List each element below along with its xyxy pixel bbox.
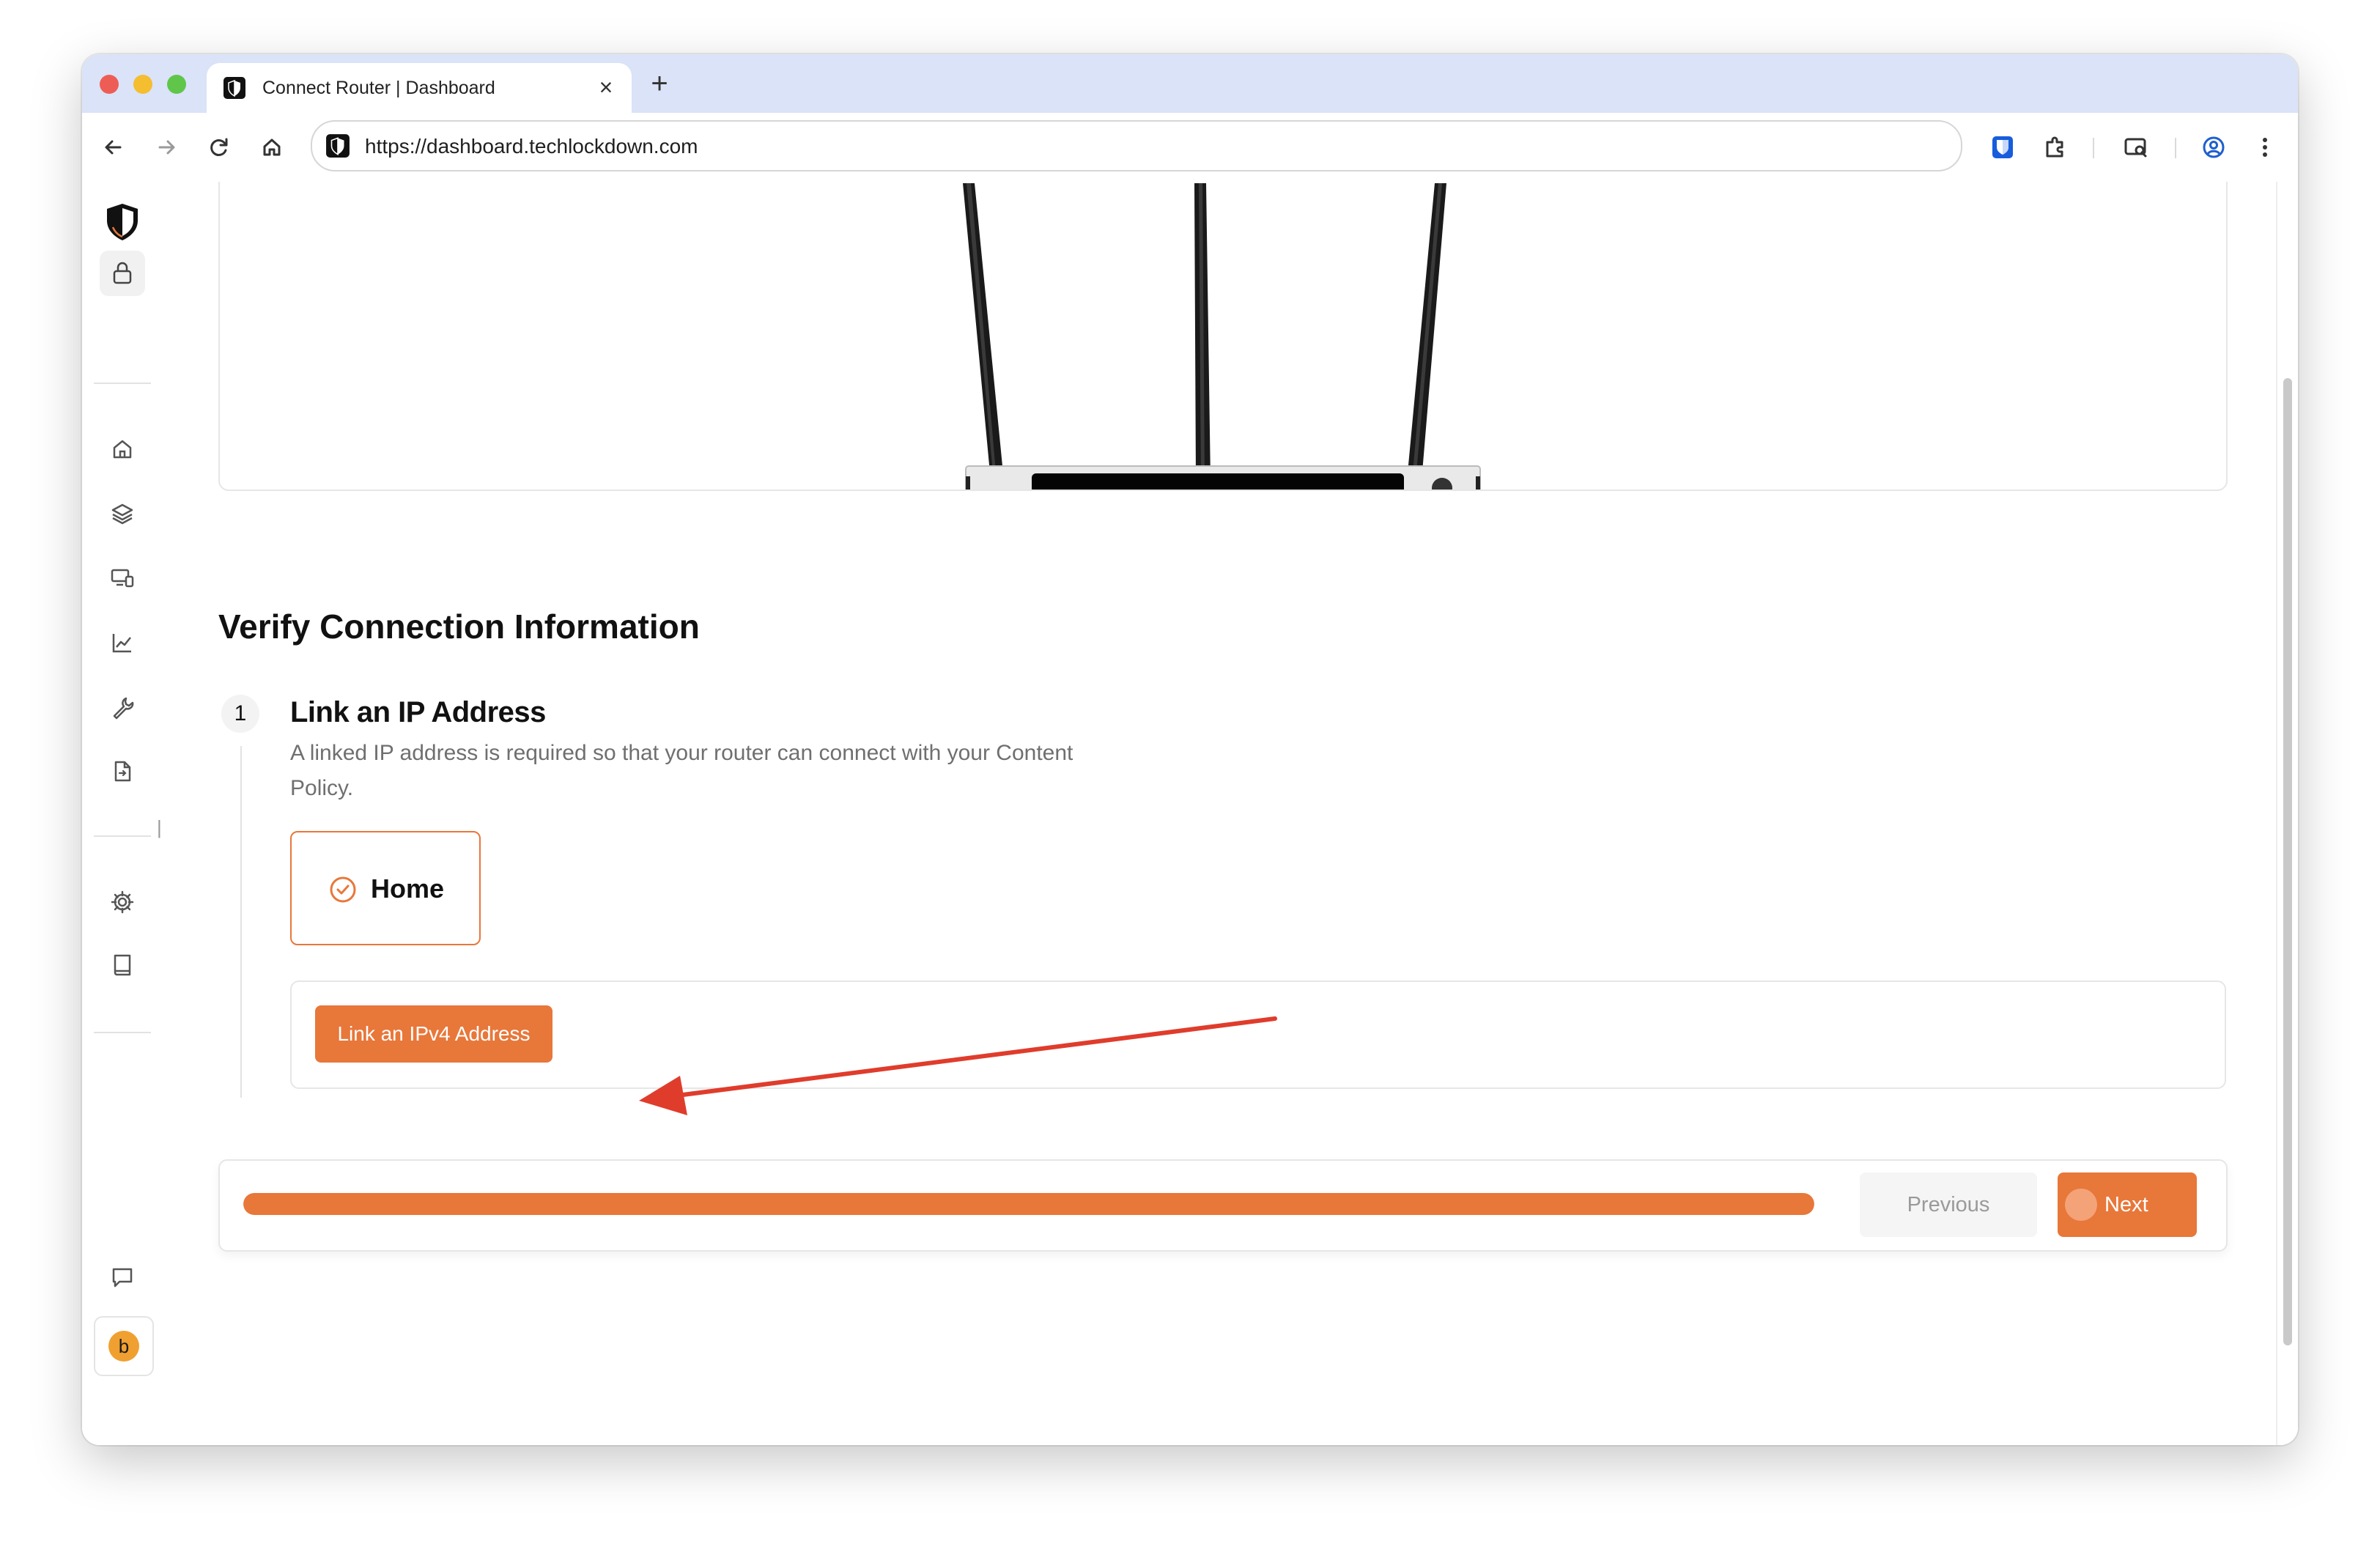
site-shield-icon	[326, 134, 350, 158]
app-sidebar: b	[82, 182, 164, 1445]
section-title: Verify Connection Information	[218, 607, 700, 646]
tab-title: Connect Router | Dashboard	[262, 78, 495, 98]
scrollbar-thumb[interactable]	[2283, 378, 2292, 1345]
more-menu-icon[interactable]	[2248, 130, 2282, 164]
sidebar-divider	[94, 383, 151, 384]
loading-dot-icon	[2065, 1189, 2097, 1221]
settings-gear-icon[interactable]	[108, 888, 136, 916]
maximize-window-button[interactable]	[167, 75, 186, 94]
link-ipv4-button[interactable]: Link an IPv4 Address	[315, 1005, 552, 1063]
reload-icon[interactable]	[202, 130, 236, 164]
next-label: Next	[2104, 1193, 2148, 1216]
user-avatar-button[interactable]: b	[94, 1316, 154, 1376]
analytics-chart-icon[interactable]	[108, 629, 136, 657]
step-number: 1	[221, 695, 259, 733]
ip-address-option-home[interactable]: Home	[290, 831, 481, 945]
close-window-button[interactable]	[100, 75, 119, 94]
back-icon[interactable]	[97, 130, 130, 164]
sidebar-divider	[94, 1032, 151, 1033]
file-export-icon[interactable]	[108, 758, 136, 786]
tab-close-button[interactable]: ×	[594, 75, 618, 100]
link-ip-panel: Link an IPv4 Address	[290, 980, 2226, 1089]
check-circle-icon	[330, 876, 356, 903]
router-illustration	[963, 183, 1481, 490]
home-icon[interactable]	[255, 130, 289, 164]
progress-bar	[243, 1193, 1814, 1215]
active-tab[interactable]: Connect Router | Dashboard ×	[207, 63, 632, 113]
extensions-puzzle-icon[interactable]	[2039, 130, 2072, 164]
browser-toolbar: https://dashboard.techlockdown.com	[82, 113, 2298, 183]
url-text: https://dashboard.techlockdown.com	[365, 135, 698, 158]
wrench-icon[interactable]	[108, 693, 136, 721]
step-title: Link an IP Address	[290, 696, 546, 728]
next-button[interactable]: Next	[2058, 1172, 2197, 1237]
devices-icon[interactable]	[108, 564, 136, 592]
bitwarden-extension-icon[interactable]	[1986, 130, 2019, 164]
ip-address-label: Home	[371, 873, 445, 904]
wizard-footer: Previous Next	[218, 1159, 2228, 1252]
lock-button[interactable]	[100, 251, 145, 296]
minimize-window-button[interactable]	[133, 75, 152, 94]
layers-icon[interactable]	[108, 500, 136, 528]
scrollbar[interactable]	[2276, 182, 2298, 1445]
browser-window: Connect Router | Dashboard × + https://d…	[82, 54, 2298, 1445]
home-nav-icon[interactable]	[108, 435, 136, 463]
app-logo-shield-icon[interactable]	[104, 202, 141, 242]
profile-icon[interactable]	[2197, 130, 2231, 164]
address-bar[interactable]: https://dashboard.techlockdown.com	[311, 120, 1962, 171]
progress-fill	[243, 1193, 1814, 1215]
main-content: Verify Connection Information 1 Link an …	[163, 182, 2298, 1445]
book-icon[interactable]	[108, 951, 136, 979]
sidebar-divider	[94, 835, 151, 837]
toolbar-divider	[2093, 138, 2094, 158]
step-description: A linked IP address is required so that …	[290, 741, 1073, 800]
lock-icon	[113, 262, 132, 284]
previous-button[interactable]: Previous	[1860, 1172, 2037, 1237]
techlockdown-shield-icon	[223, 77, 245, 99]
tab-search-icon[interactable]	[2119, 130, 2153, 164]
router-image-card	[218, 182, 2228, 491]
new-tab-button[interactable]: +	[643, 67, 676, 100]
forward-icon[interactable]	[149, 130, 183, 164]
tab-bar: Connect Router | Dashboard × +	[82, 54, 2298, 113]
avatar: b	[108, 1331, 139, 1362]
toolbar-divider	[2175, 138, 2176, 158]
step-connector-line	[240, 746, 242, 1098]
chat-message-icon[interactable]	[108, 1263, 136, 1291]
